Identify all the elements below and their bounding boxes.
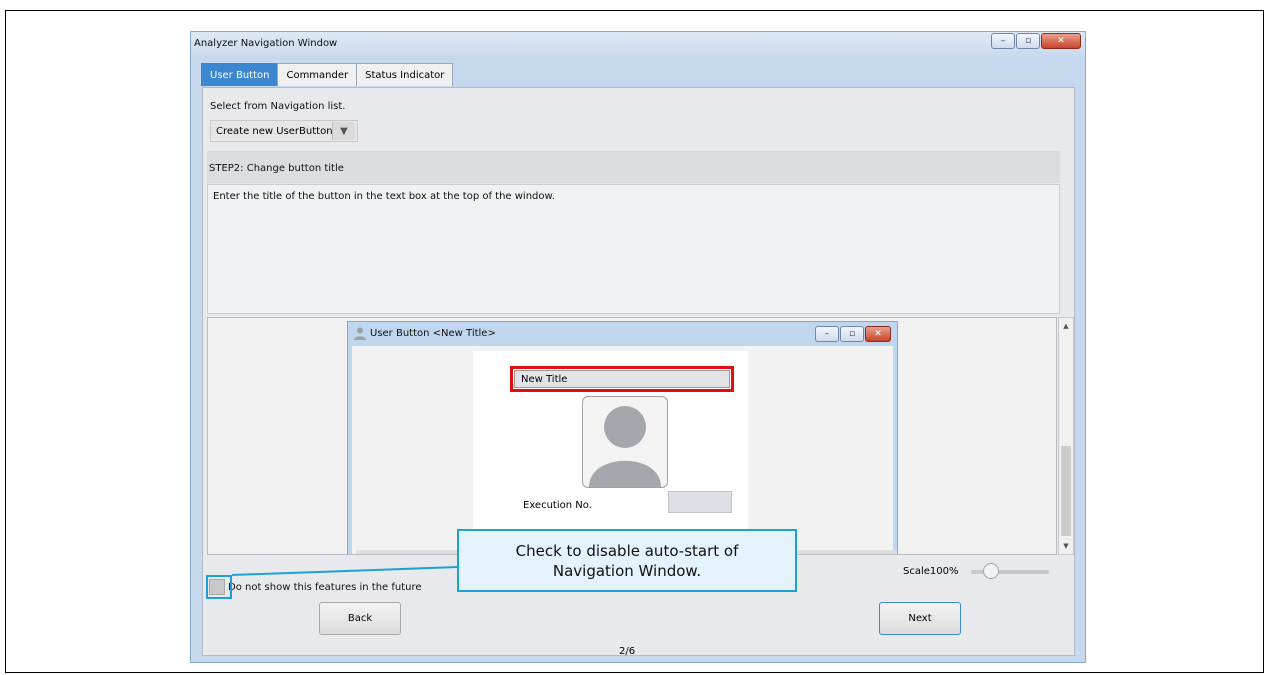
callout-note: Check to disable auto-start of Navigatio… (457, 529, 797, 592)
callout-line-1: Check to disable auto-start of (515, 541, 739, 560)
callout-line-2: Navigation Window. (552, 561, 702, 580)
callout-text: Check to disable auto-start of Navigatio… (516, 541, 739, 581)
